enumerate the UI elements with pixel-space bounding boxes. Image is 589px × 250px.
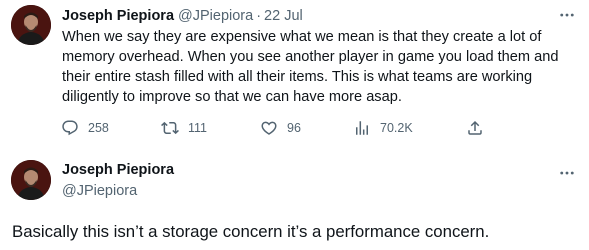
author-name[interactable]: Joseph Piepiora [62, 8, 174, 24]
retweet-button[interactable]: 111 [161, 117, 207, 139]
views-count: 70.2K [380, 121, 413, 135]
bar-chart-icon [356, 121, 368, 135]
reply-author-block: Joseph Piepiora @JPiepiora [62, 161, 174, 201]
avatar[interactable] [11, 5, 51, 45]
tweet-action-bar: 258 111 96 70.2K [58, 117, 498, 139]
views-button[interactable]: 70.2K [353, 117, 413, 139]
reply-bubble-icon [62, 120, 78, 136]
reply-author-handle[interactable]: @JPiepiora [62, 182, 174, 201]
reply-author-name[interactable]: Joseph Piepiora [62, 161, 174, 180]
tweet-text: When we say they are expensive what we m… [62, 29, 559, 105]
tweet-header: Joseph Piepiora @JPiepiora · 22 Jul [62, 7, 303, 25]
more-options-button[interactable] [552, 4, 582, 26]
share-upload-icon [468, 120, 482, 135]
author-handle[interactable]: @JPiepiora [178, 8, 253, 24]
more-horizontal-icon [560, 13, 574, 17]
reply-more-options-button[interactable] [552, 162, 582, 184]
avatar-image [11, 160, 51, 200]
like-count: 96 [287, 121, 301, 135]
separator-dot: · [256, 8, 262, 24]
reply-avatar[interactable] [11, 160, 51, 200]
tweet-timestamp[interactable]: 22 Jul [264, 8, 303, 24]
reply-count: 258 [88, 121, 109, 135]
retweet-count: 111 [188, 121, 208, 135]
share-button[interactable] [466, 117, 484, 139]
reply-button[interactable]: 258 [61, 117, 109, 139]
retweet-icon [161, 121, 179, 135]
quoted-tweet[interactable]: Joseph Piepiora @JPiepiora · 22 Jul When… [0, 0, 589, 145]
like-button[interactable]: 96 [260, 117, 301, 139]
more-horizontal-icon [560, 171, 574, 175]
heart-icon [261, 121, 277, 135]
reply-tweet-text: Basically this isn’t a storage concern i… [12, 222, 490, 241]
avatar-image [11, 5, 51, 45]
